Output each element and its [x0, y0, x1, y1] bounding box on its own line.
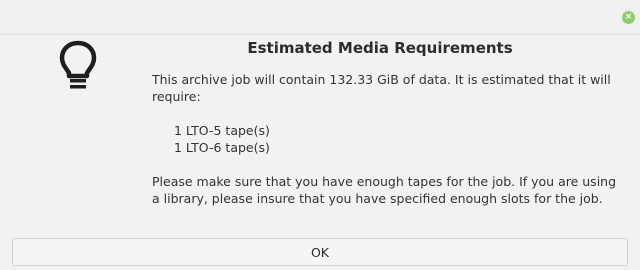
- title-bar: ×: [0, 0, 640, 35]
- tape-note-message: Please make sure that you have enough ta…: [152, 174, 617, 206]
- tape-requirement-lto6: 1 LTO-6 tape(s): [174, 140, 270, 155]
- lightbulb-icon: [59, 40, 97, 89]
- intro-message: This archive job will contain 132.33 GiB…: [152, 72, 611, 104]
- close-icon[interactable]: ×: [622, 11, 635, 24]
- tape-requirement-lto5: 1 LTO-5 tape(s): [174, 123, 270, 138]
- dialog-title: Estimated Media Requirements: [247, 39, 513, 57]
- ok-button[interactable]: OK: [12, 238, 628, 266]
- dialog-window: × Estimated Media Requirements This arch…: [0, 0, 640, 270]
